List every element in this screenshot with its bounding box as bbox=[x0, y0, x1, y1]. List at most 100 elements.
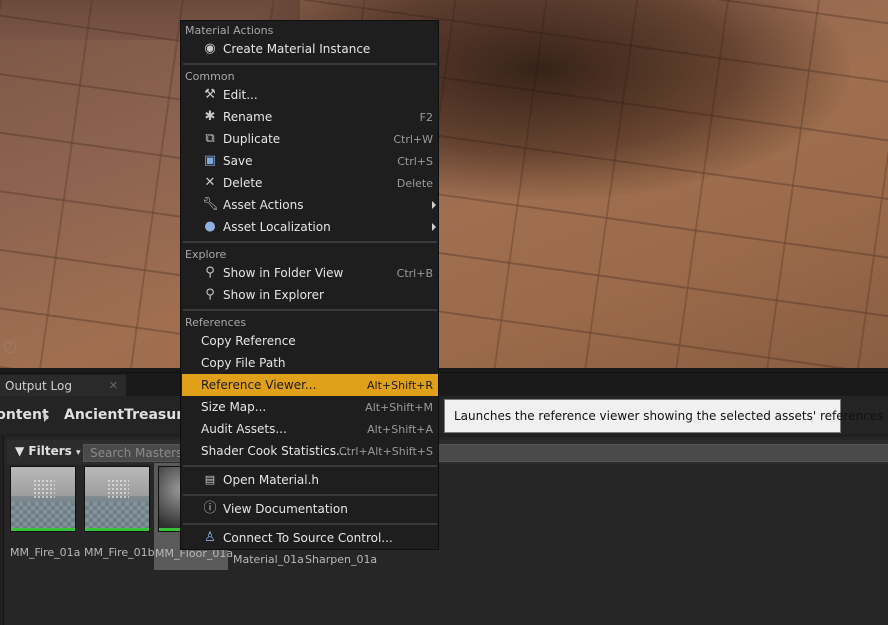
menu-item-label: Delete bbox=[223, 176, 263, 190]
menu-divider bbox=[183, 309, 437, 311]
menu-divider bbox=[183, 241, 437, 243]
help-icon: ⓘ bbox=[203, 501, 217, 516]
submenu-arrow-icon bbox=[432, 223, 436, 231]
chevron-right-icon[interactable] bbox=[44, 412, 49, 422]
tab-output-log[interactable]: Output Log ✕ bbox=[0, 375, 126, 397]
menu-item-duplicate[interactable]: ⧉ Duplicate Ctrl+W bbox=[182, 128, 438, 150]
asset-thumbnail[interactable] bbox=[10, 466, 76, 532]
section-explore: Explore bbox=[185, 248, 227, 261]
panel-tab-bar: Output Log ✕ bbox=[0, 372, 888, 397]
menu-item-save[interactable]: ▣ Save Ctrl+S bbox=[182, 150, 438, 172]
menu-item-copy-file-path[interactable]: Copy File Path bbox=[182, 352, 438, 374]
menu-item-edit[interactable]: ⚒ Edit... bbox=[182, 84, 438, 106]
menu-divider bbox=[183, 63, 437, 65]
submenu-arrow-icon bbox=[432, 201, 436, 209]
wrench-icon: 🔧︎ bbox=[202, 197, 219, 212]
menu-item-shortcut: Delete bbox=[396, 177, 433, 190]
chevron-down-icon: ▾ bbox=[75, 448, 81, 458]
menu-item-label: Copy File Path bbox=[201, 356, 286, 370]
asset-thumbnail[interactable] bbox=[84, 466, 150, 532]
x-icon: ✕ bbox=[204, 175, 216, 190]
material-instance-icon: ◉ bbox=[204, 41, 216, 56]
menu-item-view-documentation[interactable]: ⓘ View Documentation bbox=[182, 498, 438, 520]
menu-item-show-in-folder-view[interactable]: ⚲ Show in Folder View Ctrl+B bbox=[182, 262, 438, 284]
menu-item-label: View Documentation bbox=[223, 502, 348, 516]
menu-item-label: Size Map... bbox=[201, 400, 267, 414]
tooltip: Launches the reference viewer showing th… bbox=[444, 399, 884, 433]
menu-item-shortcut: Alt+Shift+R bbox=[367, 379, 433, 392]
menu-item-rename[interactable]: ✱ Rename F2 bbox=[182, 106, 438, 128]
breadcrumb-content[interactable]: Content bbox=[0, 407, 49, 423]
menu-item-label: Shader Cook Statistics... bbox=[201, 444, 348, 458]
menu-item-size-map[interactable]: Size Map... Alt+Shift+M bbox=[182, 396, 438, 418]
section-references: References bbox=[185, 316, 247, 329]
asset-label[interactable]: MM_Fire_01a bbox=[10, 546, 80, 559]
filters-label: Filters bbox=[28, 444, 72, 458]
code-file-icon: ▤ bbox=[204, 473, 216, 486]
magnifier-icon: ⚲ bbox=[205, 265, 215, 280]
asset-label[interactable]: Material_01a bbox=[233, 553, 304, 566]
menu-divider bbox=[183, 523, 437, 525]
menu-item-label: Connect To Source Control... bbox=[223, 531, 393, 545]
menu-item-shortcut: Ctrl+Alt+Shift+S bbox=[338, 445, 433, 458]
menu-item-label: Show in Folder View bbox=[223, 266, 344, 280]
menu-item-label: Create Material Instance bbox=[223, 42, 371, 56]
menu-item-delete[interactable]: ✕ Delete Delete bbox=[182, 172, 438, 194]
menu-item-connect-source-control[interactable]: ♙ Connect To Source Control... bbox=[182, 527, 438, 549]
menu-item-label: Reference Viewer... bbox=[201, 378, 317, 392]
menu-item-label: Asset Actions bbox=[223, 198, 304, 212]
level-viewport[interactable]: ? bbox=[0, 0, 888, 368]
section-material-actions: Material Actions bbox=[185, 24, 274, 37]
hammer-icon: ⚒ bbox=[204, 87, 216, 102]
section-common: Common bbox=[185, 70, 235, 83]
menu-item-label: Show in Explorer bbox=[223, 288, 324, 302]
filters-button[interactable]: ▼ Filters ▾ bbox=[15, 444, 81, 458]
menu-item-label: Edit... bbox=[223, 88, 258, 102]
menu-item-audit-assets[interactable]: Audit Assets... Alt+Shift+A bbox=[182, 418, 438, 440]
asset-label[interactable]: Sharpen_01a bbox=[305, 553, 377, 566]
filter-bar: ▼ Filters ▾ Search Masters bbox=[7, 440, 888, 464]
tab-output-log-label: Output Log bbox=[5, 379, 72, 393]
duplicate-icon: ⧉ bbox=[205, 131, 215, 146]
menu-item-asset-localization[interactable]: ● Asset Localization bbox=[182, 216, 438, 238]
particle-dots bbox=[107, 479, 129, 499]
menu-item-shortcut: Ctrl+S bbox=[397, 155, 433, 168]
menu-item-show-in-explorer[interactable]: ⚲ Show in Explorer bbox=[182, 284, 438, 306]
particle-dots bbox=[33, 479, 55, 499]
menu-item-shortcut: F2 bbox=[419, 111, 433, 124]
context-menu: Material Actions ◉ Create Material Insta… bbox=[180, 20, 439, 550]
menu-item-label: Rename bbox=[223, 110, 273, 124]
globe-icon: ● bbox=[204, 219, 216, 234]
menu-item-label: Save bbox=[223, 154, 253, 168]
menu-item-label: Open Material.h bbox=[223, 473, 320, 487]
menu-item-shader-cook-statistics[interactable]: Shader Cook Statistics... Ctrl+Alt+Shift… bbox=[182, 440, 438, 462]
checker-floor bbox=[85, 502, 149, 528]
asset-type-strip bbox=[11, 528, 75, 531]
menu-item-shortcut: Alt+Shift+A bbox=[367, 423, 433, 436]
menu-divider bbox=[183, 494, 437, 496]
menu-item-open-material-h[interactable]: ▤ Open Material.h bbox=[182, 469, 438, 491]
viewport-help-icon[interactable]: ? bbox=[4, 341, 16, 353]
floppy-icon: ▣ bbox=[203, 153, 217, 168]
menu-item-asset-actions[interactable]: 🔧︎ Asset Actions bbox=[182, 194, 438, 216]
close-icon[interactable]: ✕ bbox=[109, 379, 118, 392]
magnifier-icon: ⚲ bbox=[205, 287, 215, 302]
menu-item-label: Copy Reference bbox=[201, 334, 296, 348]
source-control-icon: ♙ bbox=[204, 530, 216, 545]
menu-item-label: Duplicate bbox=[223, 132, 281, 146]
menu-item-shortcut: Ctrl+W bbox=[393, 133, 433, 146]
menu-item-create-material-instance[interactable]: ◉ Create Material Instance bbox=[182, 38, 438, 60]
menu-item-shortcut: Ctrl+B bbox=[396, 267, 433, 280]
rename-icon: ✱ bbox=[204, 109, 216, 124]
asset-label[interactable]: MM_Fire_01b bbox=[84, 546, 155, 559]
menu-item-copy-reference[interactable]: Copy Reference bbox=[182, 330, 438, 352]
menu-item-label: Asset Localization bbox=[223, 220, 331, 234]
menu-item-label: Audit Assets... bbox=[201, 422, 287, 436]
tooltip-text: Launches the reference viewer showing th… bbox=[454, 409, 884, 423]
filter-icon: ▼ bbox=[15, 444, 25, 458]
menu-item-shortcut: Alt+Shift+M bbox=[365, 401, 433, 414]
asset-type-strip bbox=[85, 528, 149, 531]
menu-item-reference-viewer[interactable]: Reference Viewer... Alt+Shift+R bbox=[182, 374, 438, 396]
checker-floor bbox=[11, 502, 75, 528]
menu-divider bbox=[183, 465, 437, 467]
